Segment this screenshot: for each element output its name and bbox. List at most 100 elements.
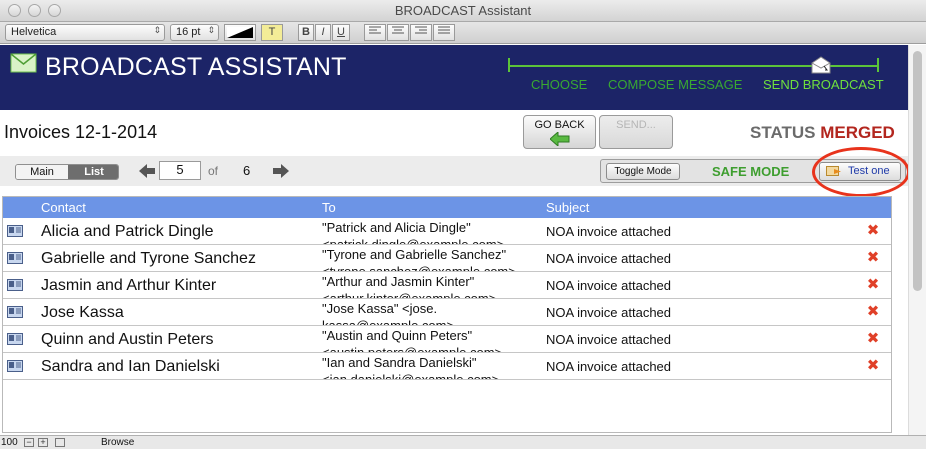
highlight-annotation-circle: [812, 147, 910, 197]
record-icon[interactable]: [7, 306, 23, 318]
previous-record-arrow-icon[interactable]: [138, 162, 156, 180]
align-center-icon: [392, 26, 404, 34]
select-arrows-icon: ⇕: [153, 25, 161, 35]
recipients-table: Contact To Subject Alicia and Patrick Di…: [2, 196, 892, 433]
status-value: MERGED: [820, 123, 895, 142]
to-name-line: "Ian and Sandra Danielski": [322, 355, 477, 370]
send-button[interactable]: SEND...: [599, 115, 673, 149]
table-row[interactable]: Quinn and Austin Peters "Austin and Quinn…: [3, 326, 891, 353]
window-title: BROADCAST Assistant: [394, 3, 532, 18]
table-row[interactable]: Gabrielle and Tyrone Sanchez "Tyrone and …: [3, 245, 891, 272]
column-header-to: To: [322, 200, 336, 215]
subject-cell: NOA invoice attached: [546, 359, 672, 374]
list-view-tab[interactable]: List: [68, 165, 118, 179]
next-record-arrow-icon[interactable]: [272, 162, 290, 180]
font-size-select[interactable]: 16 pt ⇕: [170, 24, 219, 41]
navigation-bar: Main List 5 of 6 Toggle Mode SAFE MODE T…: [0, 156, 908, 186]
record-icon[interactable]: [7, 252, 23, 264]
zoom-in-icon[interactable]: +: [38, 438, 48, 447]
subject-cell: NOA invoice attached: [546, 305, 672, 320]
italic-button[interactable]: I: [315, 24, 331, 41]
contact-cell: Jose Kassa: [41, 304, 124, 321]
text-color-button[interactable]: [224, 24, 256, 41]
document-title: Invoices 12-1-2014: [4, 122, 158, 142]
record-icon[interactable]: [7, 333, 23, 345]
delete-x-icon[interactable]: ✖: [866, 223, 880, 238]
delete-x-icon[interactable]: ✖: [866, 358, 880, 373]
align-center-button[interactable]: [387, 24, 409, 41]
to-name-line: "Tyrone and Gabrielle Sanchez": [322, 247, 507, 262]
underline-button[interactable]: U: [332, 24, 350, 41]
of-label: of: [208, 164, 219, 178]
to-name-line: "Austin and Quinn Peters": [322, 328, 473, 343]
contact-cell: Quinn and Austin Peters: [41, 331, 214, 348]
font-select[interactable]: Helvetica ⇕: [5, 24, 165, 41]
to-address-line: <austin.peters@example.com>: [322, 344, 534, 352]
app-title: BROADCAST ASSISTANT: [45, 53, 347, 81]
to-address-line: kassa@example.com>: [322, 317, 534, 325]
subject-cell: NOA invoice attached: [546, 332, 672, 347]
delete-x-icon[interactable]: ✖: [866, 250, 880, 265]
table-row[interactable]: Jose Kassa "Jose Kassa" <jose.kassa@examp…: [3, 299, 891, 326]
send-label: SEND...: [616, 119, 656, 131]
to-address-line: <tyrone.sanchez@example.com>: [322, 263, 534, 271]
table-row[interactable]: Sandra and Ian Danielski "Ian and Sandra …: [3, 353, 891, 380]
go-back-button[interactable]: GO BACK: [523, 115, 596, 149]
highlight-button[interactable]: T: [261, 24, 283, 41]
record-total: 6: [243, 163, 251, 178]
delete-x-icon[interactable]: ✖: [866, 304, 880, 319]
table-header: Contact To Subject: [3, 197, 891, 218]
record-icon[interactable]: [7, 225, 23, 237]
align-right-icon: [415, 26, 427, 34]
align-left-button[interactable]: [364, 24, 386, 41]
app-header: BROADCAST ASSISTANT CHOOSE COMPOSE MESSA…: [0, 45, 908, 110]
contact-cell: Jasmin and Arthur Kinter: [41, 277, 217, 294]
zoom-out-icon[interactable]: −: [24, 438, 34, 447]
layout-mode-label[interactable]: Browse: [101, 437, 134, 448]
delete-x-icon[interactable]: ✖: [866, 277, 880, 292]
progress-tick-end: [877, 58, 879, 72]
to-name-line: "Arthur and Jasmin Kinter": [322, 274, 475, 289]
toggle-mode-button[interactable]: Toggle Mode: [606, 163, 680, 180]
vertical-scrollbar[interactable]: [908, 45, 926, 435]
broadcast-envelope-icon: [811, 56, 831, 74]
table-row[interactable]: Alicia and Patrick Dingle "Patrick and Al…: [3, 218, 891, 245]
record-icon[interactable]: [7, 279, 23, 291]
table-row[interactable]: Jasmin and Arthur Kinter "Arthur and Jasm…: [3, 272, 891, 299]
step-compose-message: COMPOSE MESSAGE: [608, 77, 743, 92]
subject-cell: NOA invoice attached: [546, 278, 672, 293]
to-address-line: <ian.danielski@example.com>: [322, 371, 534, 379]
subject-cell: NOA invoice attached: [546, 224, 672, 239]
align-left-icon: [369, 26, 381, 34]
to-cell: "Tyrone and Gabrielle Sanchez"<tyrone.sa…: [322, 245, 534, 271]
font-size-value: 16 pt: [176, 26, 201, 38]
delete-x-icon[interactable]: ✖: [866, 331, 880, 346]
to-address-line: <patrick.dingle@example.com>: [322, 236, 534, 244]
align-right-button[interactable]: [410, 24, 432, 41]
align-justify-icon: [438, 26, 450, 34]
progress-tick-start: [508, 58, 510, 72]
scrollbar-thumb[interactable]: [913, 51, 922, 291]
go-back-label: GO BACK: [534, 119, 585, 131]
format-bar: Helvetica ⇕ 16 pt ⇕ T B I U: [0, 22, 926, 44]
bold-button[interactable]: B: [298, 24, 314, 41]
to-cell: "Arthur and Jasmin Kinter"<arthur.kinter…: [322, 272, 534, 298]
contact-cell: Alicia and Patrick Dingle: [41, 223, 214, 240]
envelope-logo-icon: [10, 53, 37, 73]
to-cell: "Ian and Sandra Danielski"<ian.danielski…: [322, 353, 534, 379]
record-icon[interactable]: [7, 360, 23, 372]
record-number-input[interactable]: 5: [159, 161, 201, 180]
main-view-tab[interactable]: Main: [16, 165, 68, 179]
subject-cell: NOA invoice attached: [546, 251, 672, 266]
safe-mode-label: SAFE MODE: [712, 164, 790, 179]
select-arrows-icon: ⇕: [207, 25, 215, 35]
align-justify-button[interactable]: [433, 24, 455, 41]
font-select-value: Helvetica: [11, 26, 57, 38]
to-name-line: "Jose Kassa" <jose.: [322, 301, 438, 316]
status-label: STATUS: [750, 123, 816, 142]
zoom-level[interactable]: 100: [1, 437, 18, 448]
toolbar-toggle-icon[interactable]: [55, 438, 65, 447]
status-indicator: STATUS MERGED: [750, 123, 895, 143]
column-header-subject: Subject: [546, 200, 590, 215]
to-cell: "Austin and Quinn Peters"<austin.peters@…: [322, 326, 534, 352]
